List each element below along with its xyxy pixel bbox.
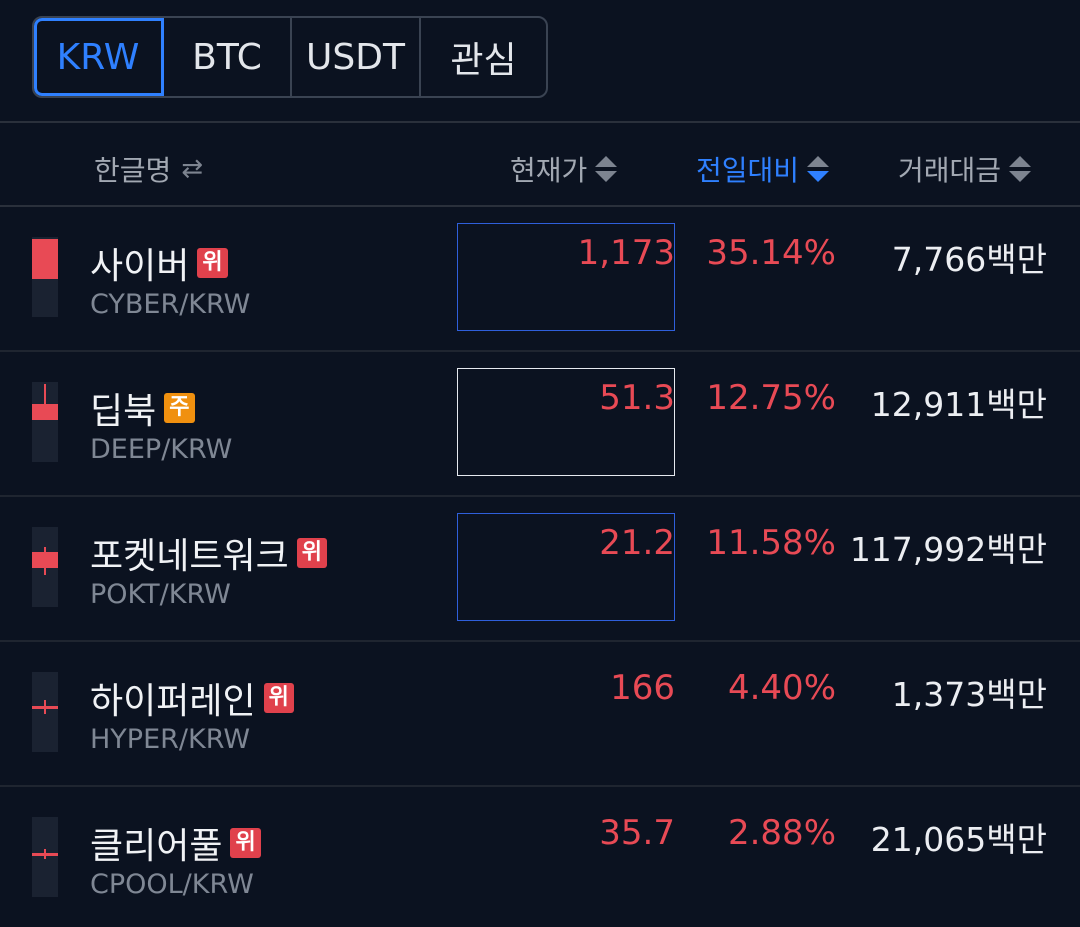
change-rate: 12.75% <box>706 378 836 418</box>
sort-desc-icon <box>807 154 830 184</box>
candle-icon <box>32 237 58 317</box>
trade-volume: 21,065백만 <box>870 820 1047 859</box>
coin-name: 클리어풀 <box>90 826 223 867</box>
current-price: 166 <box>610 668 675 708</box>
warning-badge: 위 <box>296 538 327 568</box>
coin-symbol: CYBER/KRW <box>90 289 251 320</box>
change-rate: 2.88% <box>727 813 836 853</box>
candle-icon <box>32 527 58 607</box>
current-price: 35.7 <box>599 813 675 853</box>
market-row[interactable]: 클리어풀 위 CPOOL/KRW 35.7 2.88% 21,065백만 <box>0 787 1080 927</box>
current-price: 21.2 <box>599 523 675 563</box>
column-price-label: 현재가 <box>510 154 588 187</box>
tab-favorites[interactable]: 관심 <box>421 18 546 96</box>
coin-symbol: DEEP/KRW <box>90 434 233 465</box>
candle-icon <box>32 672 58 752</box>
swap-icon: ⇄ <box>181 154 204 184</box>
trade-volume: 117,992백만 <box>849 530 1047 569</box>
current-price: 1,173 <box>577 233 675 273</box>
coin-symbol: CPOOL/KRW <box>90 869 254 900</box>
coin-name-row: 포켓네트워크 위 <box>90 527 327 579</box>
candle-icon <box>32 817 58 897</box>
market-row[interactable]: 사이버 위 CYBER/KRW 1,173 35.14% 7,766백만 <box>0 207 1080 352</box>
warning-badge: 위 <box>197 248 228 278</box>
sort-by-change[interactable]: 전일대비 <box>696 149 830 189</box>
market-tabs: KRW BTC USDT 관심 <box>32 16 548 98</box>
warning-badge: 위 <box>263 683 294 713</box>
market-row[interactable]: 포켓네트워크 위 POKT/KRW 21.2 11.58% 117,992백만 <box>0 497 1080 642</box>
coin-name: 하이퍼레인 <box>90 681 256 722</box>
candle-icon <box>32 382 58 462</box>
warning-badge: 위 <box>230 828 261 858</box>
market-row[interactable]: 딥북 주 DEEP/KRW 51.3 12.75% 12,911백만 <box>0 352 1080 497</box>
change-rate: 4.40% <box>727 668 836 708</box>
sort-by-name[interactable]: 한글명 ⇄ <box>94 149 203 189</box>
caution-badge: 주 <box>164 393 195 423</box>
coin-name-row: 딥북 주 <box>90 382 195 434</box>
sort-icon <box>595 154 618 184</box>
coin-symbol: POKT/KRW <box>90 579 231 610</box>
coin-name: 포켓네트워크 <box>90 536 289 577</box>
column-name-label: 한글명 <box>94 154 172 187</box>
market-row[interactable]: 하이퍼레인 위 HYPER/KRW 166 4.40% 1,373백만 <box>0 642 1080 787</box>
coin-name: 사이버 <box>90 246 190 287</box>
change-rate: 35.14% <box>706 233 836 273</box>
coin-name-row: 하이퍼레인 위 <box>90 672 294 724</box>
trade-volume: 7,766백만 <box>891 240 1047 279</box>
column-change-label: 전일대비 <box>696 154 800 187</box>
tab-usdt[interactable]: USDT <box>292 18 421 96</box>
coin-name: 딥북 <box>90 391 157 432</box>
trade-volume: 12,911백만 <box>870 385 1047 424</box>
tab-krw[interactable]: KRW <box>34 18 164 96</box>
sort-by-price[interactable]: 현재가 <box>510 149 618 189</box>
coin-name-row: 사이버 위 <box>90 237 228 289</box>
column-volume-label: 거래대금 <box>898 154 1002 187</box>
column-header: 한글명 ⇄ 현재가 전일대비 거래대금 <box>0 121 1080 207</box>
current-price: 51.3 <box>599 378 675 418</box>
coin-name-row: 클리어풀 위 <box>90 817 261 869</box>
change-rate: 11.58% <box>706 523 836 563</box>
tab-btc[interactable]: BTC <box>164 18 292 96</box>
coin-symbol: HYPER/KRW <box>90 724 251 755</box>
sort-icon <box>1009 154 1032 184</box>
sort-by-volume[interactable]: 거래대금 <box>898 149 1032 189</box>
trade-volume: 1,373백만 <box>891 675 1047 714</box>
